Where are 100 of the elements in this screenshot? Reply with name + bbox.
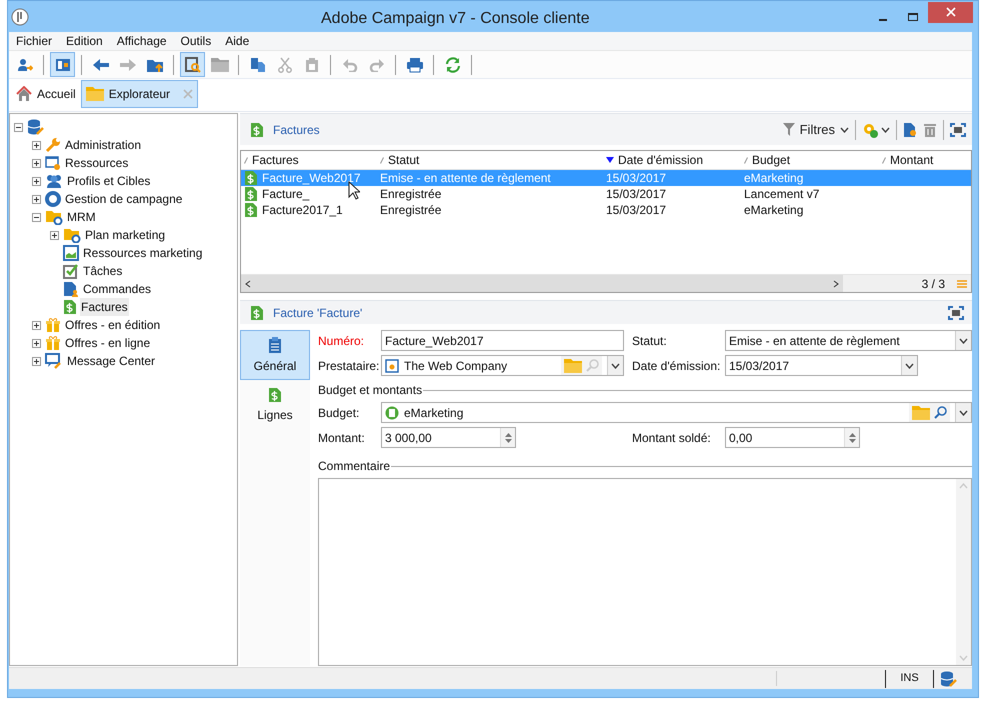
panel-title: Factures xyxy=(273,122,320,138)
expand-icon xyxy=(948,306,964,320)
menu-icon xyxy=(957,280,967,288)
vertical-scrollbar[interactable] xyxy=(956,479,971,665)
folder-gear-icon xyxy=(63,227,81,243)
sort-descending-icon xyxy=(606,157,614,163)
expand-toggle[interactable] xyxy=(32,338,41,348)
filters-button[interactable]: Filtres xyxy=(782,120,849,140)
tab[interactable]: Explorateur xyxy=(80,80,198,108)
menu-item[interactable]: Outils xyxy=(180,32,212,50)
tree-item[interactable]: Gestion de campagne xyxy=(64,190,184,208)
invoice-icon xyxy=(63,299,77,315)
database-icon xyxy=(940,670,958,686)
column-header[interactable]: Date d'émission xyxy=(603,151,741,169)
toolbar-button[interactable] xyxy=(180,52,205,77)
actions-button[interactable] xyxy=(862,122,890,138)
expand-toggle[interactable] xyxy=(32,320,41,330)
copy-icon xyxy=(250,56,266,72)
menu-item[interactable]: Fichier xyxy=(16,32,52,50)
folder-icon xyxy=(210,58,228,72)
amount-field[interactable]: 3 000,00 xyxy=(381,427,516,448)
table-cell-text: Lancement v7 xyxy=(744,186,820,203)
new-document-button[interactable] xyxy=(903,122,917,138)
collapse-toggle[interactable] xyxy=(14,122,23,132)
supplier-field[interactable]: The Web Company xyxy=(381,355,624,376)
close-button[interactable] xyxy=(928,2,973,22)
column-header[interactable]: Factures xyxy=(241,151,377,169)
tree-item[interactable]: Plan marketing xyxy=(84,226,166,244)
column-header[interactable]: Budget xyxy=(741,151,879,169)
table-cell-text: 15/03/2017 xyxy=(606,202,666,219)
clipboard-icon xyxy=(268,336,282,354)
tree-item[interactable]: Message Center xyxy=(66,352,156,370)
table-cell-text: Emise - en attente de règlement xyxy=(380,170,551,187)
tree-item[interactable]: Offres - en édition xyxy=(64,316,162,334)
redo-icon xyxy=(368,58,384,72)
comment-field[interactable] xyxy=(318,478,972,666)
invoice-icon xyxy=(268,386,282,402)
maximize-panel-button[interactable] xyxy=(948,306,964,320)
table-row[interactable]: Facture_ Enregistrée 15/03/2017 Lancement v7 xyxy=(241,186,971,202)
field-label: Date d'émission: xyxy=(632,358,722,374)
tree-item[interactable]: Factures xyxy=(80,298,129,316)
menu-item[interactable]: Edition xyxy=(66,32,103,50)
tree-item[interactable]: MRM xyxy=(66,208,97,226)
column-grip-icon xyxy=(744,156,748,164)
number-field[interactable]: Facture_Web2017 xyxy=(381,330,624,351)
tree-item[interactable]: Offres - en ligne xyxy=(64,334,152,352)
expand-toggle[interactable] xyxy=(32,176,41,186)
tree-item[interactable]: Tâches xyxy=(82,262,124,280)
invoice-icon xyxy=(244,170,258,186)
table-cell-text: eMarketing xyxy=(744,170,804,187)
tree-item[interactable]: Profils et Cibles xyxy=(66,172,152,190)
app-logo-icon xyxy=(11,8,29,26)
table-cell-text: eMarketing xyxy=(744,202,804,219)
expand-toggle[interactable] xyxy=(32,194,41,204)
search-icon xyxy=(934,406,947,419)
checkbox-icon xyxy=(63,263,79,279)
dropdown-caret-icon xyxy=(905,362,914,368)
spin-up-icon xyxy=(504,432,512,436)
side-tab[interactable]: Général xyxy=(240,330,310,380)
date-dropdown[interactable]: 15/03/2017 xyxy=(725,355,918,376)
expand-toggle[interactable] xyxy=(32,140,41,150)
field-label: Budget: xyxy=(318,404,360,422)
clipboard-icon xyxy=(304,56,318,72)
tree-item[interactable]: Commandes xyxy=(82,280,152,298)
delete-button[interactable] xyxy=(923,122,937,138)
collapse-toggle[interactable] xyxy=(32,212,41,222)
tree-item[interactable]: Ressources marketing xyxy=(82,244,204,262)
column-header[interactable]: Montant xyxy=(879,151,971,169)
tree-item[interactable]: Ressources xyxy=(64,154,130,172)
folder-gear-icon xyxy=(45,209,63,225)
table-cell-text: 15/03/2017 xyxy=(606,186,666,203)
tree-item[interactable]: Administration xyxy=(64,136,142,154)
scissors-icon xyxy=(276,56,292,72)
dropdown-caret-icon xyxy=(881,126,890,132)
insert-mode-indicator: INS xyxy=(899,671,920,686)
table-cell-text: Facture_Web2017 xyxy=(262,170,361,187)
maximize-panel-button[interactable] xyxy=(950,122,966,136)
folder-icon xyxy=(86,87,104,101)
expand-toggle[interactable] xyxy=(50,230,59,240)
toolbar-button[interactable] xyxy=(50,52,75,77)
record-count: 3 / 3 xyxy=(922,276,945,292)
table-row[interactable]: Facture2017_1 Enregistrée 15/03/2017 eMarketing xyxy=(241,202,971,218)
expand-toggle[interactable] xyxy=(32,356,41,366)
gift-icon xyxy=(45,317,61,333)
horizontal-scrollbar[interactable] xyxy=(241,275,843,292)
forward-arrow-icon xyxy=(118,58,136,72)
spin-up-icon xyxy=(848,432,856,436)
tab[interactable]: Accueil xyxy=(11,80,81,108)
status-dropdown[interactable]: Emise - en attente de règlement xyxy=(725,330,972,351)
scroll-left-icon xyxy=(245,280,251,288)
menu-item[interactable]: Affichage xyxy=(116,32,167,50)
column-header[interactable]: Statut xyxy=(377,151,603,169)
spin-down-icon xyxy=(848,438,856,442)
side-tab[interactable]: Lignes xyxy=(240,380,310,430)
expand-toggle[interactable] xyxy=(32,158,41,168)
undo-icon xyxy=(342,58,358,72)
paid-amount-field[interactable]: 0,00 xyxy=(725,427,860,448)
refresh-icon xyxy=(444,56,460,72)
menu-item[interactable]: Aide xyxy=(225,32,250,50)
budget-field[interactable]: eMarketing xyxy=(381,402,972,423)
